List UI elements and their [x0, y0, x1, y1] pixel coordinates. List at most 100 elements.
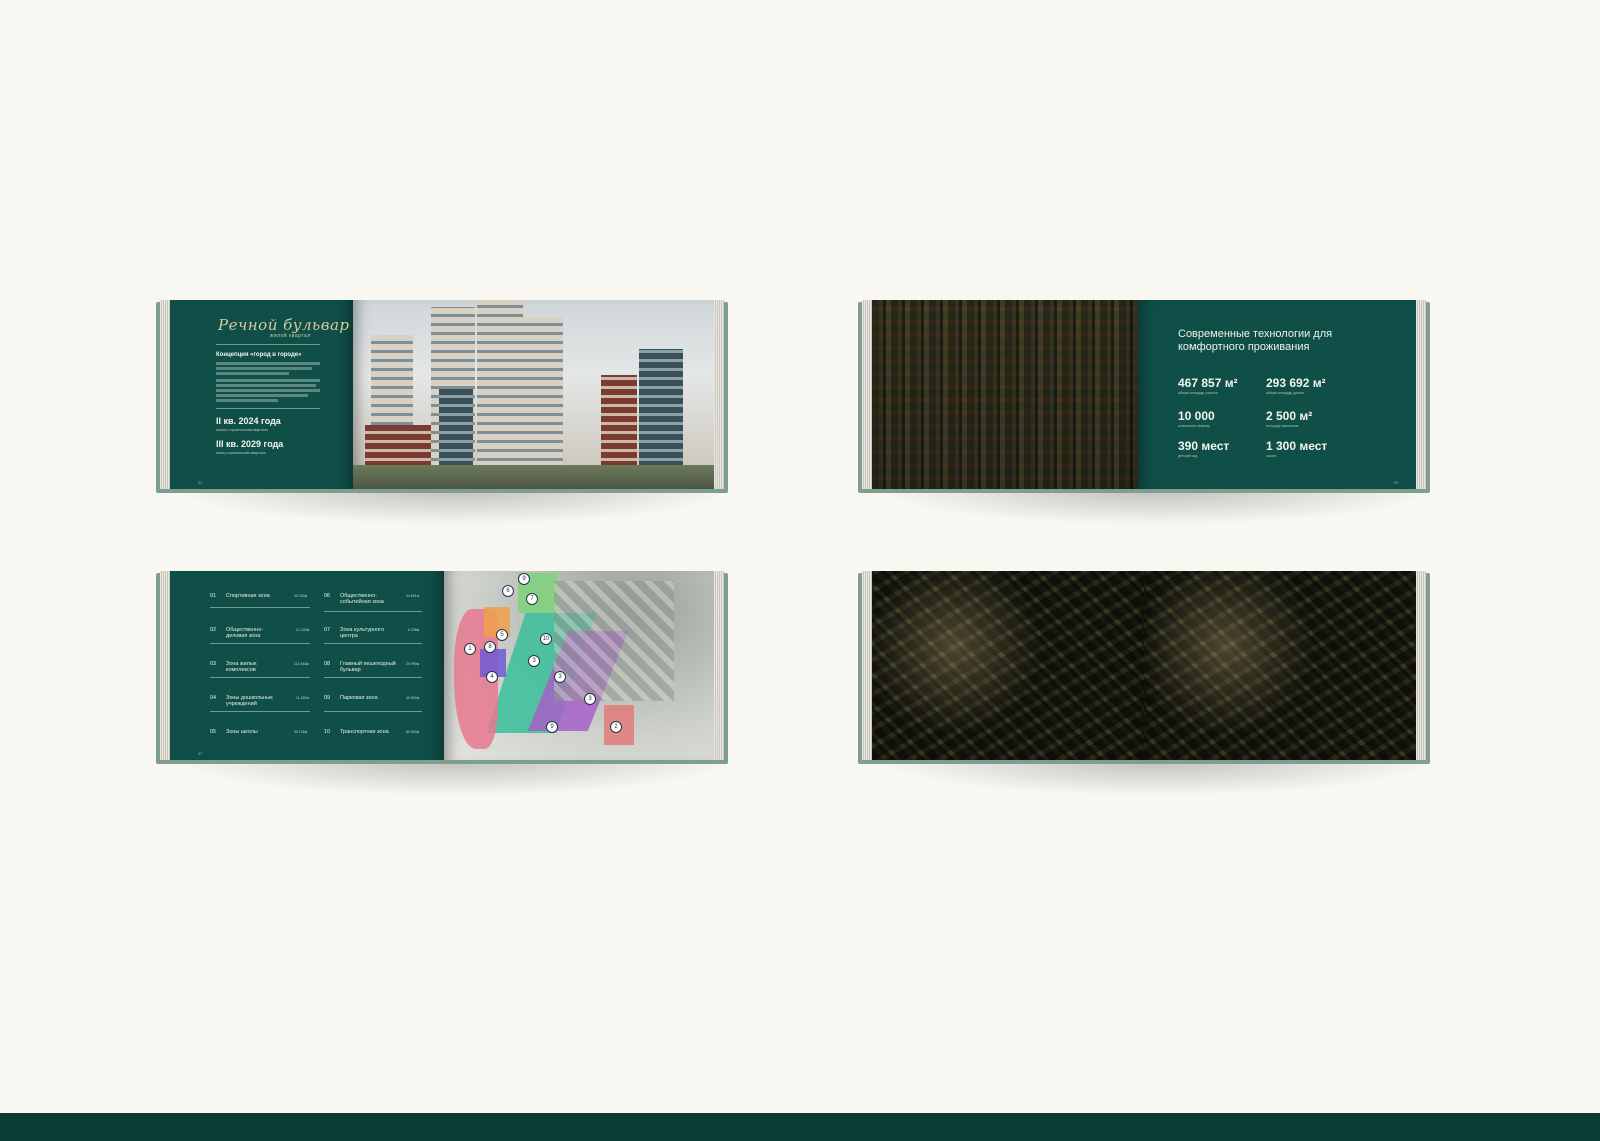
zone-number: 06	[324, 593, 331, 599]
divider	[324, 677, 422, 678]
map-pin: 3	[584, 693, 596, 705]
map-pin: 3	[528, 655, 540, 667]
footer-band	[0, 1113, 1600, 1141]
zone-area: 20 990м	[406, 662, 420, 666]
masterplan-map: 1 2 3 3 3 4 5 6 7 8 9 9 10	[444, 571, 714, 760]
spread: 01 Спортивная зона 20 234м 02 Общественн…	[170, 571, 714, 760]
tower	[365, 425, 431, 467]
page-edge-right	[1416, 300, 1426, 489]
zone-number: 03	[210, 661, 217, 667]
map-pin: 4	[486, 671, 498, 683]
map-pin: 10	[540, 633, 552, 645]
stat-caption: площадь магазинов	[1266, 424, 1299, 428]
zone-area: 11 150м	[296, 696, 309, 700]
stat-value: 390 мест	[1178, 439, 1230, 453]
stat-value: 2 500 м²	[1266, 409, 1313, 423]
zone-label: Транспортная зона	[340, 729, 389, 735]
zone-number: 07	[324, 627, 331, 633]
page-edge-left	[160, 571, 170, 760]
zone-area: 30 136м	[294, 730, 308, 734]
page-number: 07	[198, 751, 203, 756]
page-title: Современные технологии для комфортного п…	[1178, 328, 1333, 353]
page-number: 02	[198, 480, 203, 485]
map-pin: 9	[518, 573, 530, 585]
map-pin: 9	[546, 721, 558, 733]
zone-number: 01	[210, 593, 217, 599]
map-pin: 1	[464, 643, 476, 655]
divider	[210, 643, 310, 644]
concept-text-block	[216, 362, 320, 402]
zone-area: 21 105м	[296, 628, 310, 632]
tower	[523, 317, 563, 467]
divider	[324, 643, 422, 644]
brochure-spread-concept: Речной бульвар жилой квартал Концепция «…	[156, 300, 734, 525]
tower	[477, 300, 523, 467]
zone-label: Зоны дошкольных учреждений	[226, 695, 273, 707]
stat-caption: количество квартир	[1178, 424, 1210, 428]
concept-title: Концепция «город в городе»	[216, 352, 302, 358]
map-pin: 3	[554, 671, 566, 683]
zone-number: 02	[210, 627, 217, 633]
zone-number: 08	[324, 661, 331, 667]
zone-area: 24 691м	[406, 594, 420, 598]
end-date-caption: конец строительства квартала	[216, 451, 266, 455]
zone-label: Спортивная зона	[226, 593, 270, 599]
spread: Современные технологии для комфортного п…	[872, 300, 1416, 489]
zone-number: 04	[210, 695, 217, 701]
divider	[210, 607, 310, 608]
divider	[324, 611, 422, 612]
logo-rechnoy-bulvar: Речной бульвар	[218, 316, 350, 334]
stat-value: 467 857 м²	[1178, 376, 1238, 390]
map-pin: 7	[526, 593, 538, 605]
divider	[210, 711, 310, 712]
spread	[872, 571, 1416, 760]
street	[353, 465, 714, 489]
zone-label: Парковая зона	[340, 695, 378, 701]
zone-label: Общественно-деловая зона	[226, 627, 264, 639]
panorama-photo-left	[872, 571, 1144, 760]
panorama-photo-right	[1144, 571, 1416, 760]
stat-caption: детский сад	[1178, 454, 1198, 458]
zone-area: 113 448м	[294, 662, 309, 666]
zone-label: Зона культурного центра	[340, 627, 385, 639]
divider	[216, 344, 320, 345]
start-date-caption: начало строительства квартала	[216, 428, 268, 432]
zone-area: 20 234м	[294, 594, 308, 598]
map-pin: 5	[496, 629, 508, 641]
zone-label: Главный пешеходный бульвар	[340, 661, 396, 673]
page-edge-left	[160, 300, 170, 489]
stat-value: 1 300 мест	[1266, 439, 1328, 453]
stat-caption: общая площадь участка	[1178, 391, 1218, 395]
spread: Речной бульвар жилой квартал Концепция «…	[170, 300, 714, 489]
zone-area: 60 543м	[406, 730, 420, 734]
stat-caption: школа	[1266, 454, 1277, 458]
stat-caption: общая площадь домов	[1266, 391, 1304, 395]
right-page: Современные технологии для комфортного п…	[1138, 300, 1416, 489]
end-date: III кв. 2029 года	[216, 439, 284, 449]
tower	[639, 349, 683, 467]
divider-2	[216, 408, 320, 409]
map-pin: 6	[502, 585, 514, 597]
divider	[324, 711, 422, 712]
map-pin: 2	[610, 721, 622, 733]
page-edge-right	[714, 571, 724, 760]
left-page: Речной бульвар жилой квартал Концепция «…	[170, 300, 353, 489]
tower	[601, 375, 637, 467]
page-edge-left	[862, 571, 872, 760]
brochure-spread-zones: 01 Спортивная зона 20 234м 02 Общественн…	[156, 571, 734, 796]
zone-number: 09	[324, 695, 331, 701]
stat-value: 10 000	[1178, 409, 1215, 423]
tower	[439, 389, 473, 467]
brochure-spread-panorama	[858, 571, 1436, 796]
zone-label: Общественно-событийная зона	[340, 593, 384, 605]
zone-number: 10	[324, 729, 331, 735]
zone-label: Зона жилых комплексов	[226, 661, 257, 673]
left-page: 01 Спортивная зона 20 234м 02 Общественн…	[170, 571, 444, 760]
page-edge-left	[862, 300, 872, 489]
logo-subtitle: жилой квартал	[270, 333, 311, 339]
zone-area: 49 840м	[406, 696, 420, 700]
start-date: II кв. 2024 года	[216, 416, 281, 426]
zone-number: 05	[210, 729, 217, 735]
zone-area: 6 238м	[408, 628, 420, 632]
zone-label: Зоны школы	[226, 729, 258, 735]
